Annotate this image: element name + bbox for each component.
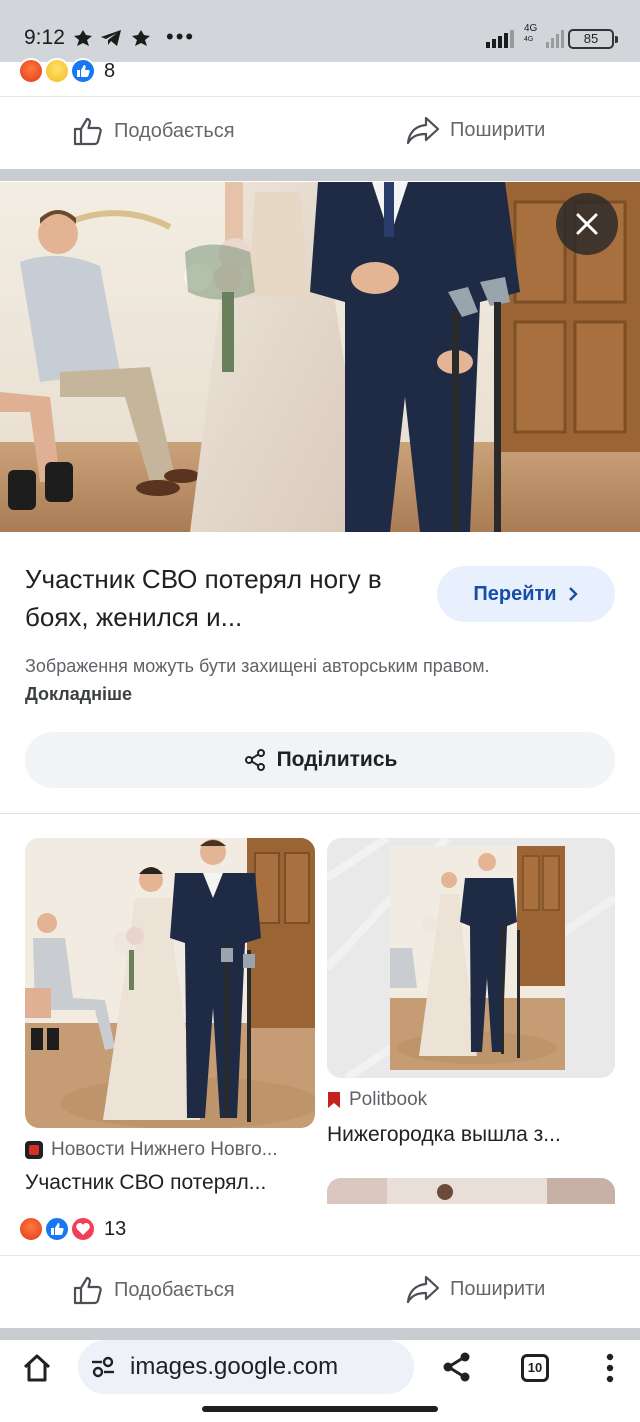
- post-separator: [0, 169, 640, 181]
- share-post-button[interactable]: Поширити: [406, 115, 545, 145]
- related-source-1[interactable]: Новости Нижнего Новго...: [25, 1139, 278, 1161]
- related-image-3[interactable]: [327, 1178, 615, 1204]
- more-notifications-icon: •••: [166, 24, 196, 49]
- post-reactions-bottom[interactable]: 13: [0, 1204, 640, 1254]
- share-icon: [244, 749, 265, 771]
- like-button[interactable]: Подобається: [72, 1274, 235, 1306]
- post-reactions-top[interactable]: 8: [0, 58, 640, 96]
- like-reaction-icon: [44, 1216, 70, 1242]
- post-separator: [0, 1328, 640, 1340]
- visit-label: Перейти: [473, 582, 557, 605]
- reaction-count: 13: [104, 1218, 127, 1240]
- like-reaction-icon: [70, 58, 96, 84]
- bookmark-icon: [328, 1092, 340, 1108]
- signal-icon: [486, 30, 514, 48]
- battery-indicator: 85: [568, 29, 618, 49]
- url-text[interactable]: images.google.com: [130, 1353, 338, 1381]
- like-label: Подобається: [114, 119, 235, 142]
- love-reaction-icon: [70, 1216, 96, 1242]
- preview-image[interactable]: [0, 182, 640, 532]
- source-name: Politbook: [349, 1089, 428, 1110]
- visit-button[interactable]: Перейти: [437, 566, 615, 622]
- copyright-text: Зображення можуть бути захищені авторськ…: [25, 656, 490, 676]
- source-name: Новости Нижнего Новго...: [51, 1139, 278, 1160]
- share-label: Поширити: [450, 118, 546, 141]
- telegram-icon: [101, 30, 121, 46]
- notification-icon: [132, 30, 150, 46]
- close-button[interactable]: [556, 193, 618, 255]
- forward-arrow-icon: [406, 116, 440, 145]
- share-label: Поділитись: [276, 748, 398, 771]
- post-actions-top: Подобається Поширити: [0, 97, 640, 169]
- wow-reaction-icon: [44, 58, 70, 84]
- network-type: 4G 4G: [524, 23, 538, 44]
- wedding-photo-image: [0, 182, 640, 532]
- close-icon: [576, 213, 598, 235]
- like-button[interactable]: Подобається: [72, 115, 235, 147]
- status-time: 9:12: [24, 26, 65, 49]
- result-title[interactable]: Участник СВО потерял ногу в боях, женилс…: [25, 560, 415, 636]
- angry-reaction-icon: [18, 58, 44, 84]
- wedding-photo-thumbnail: [327, 838, 615, 1078]
- thumbs-up-icon: [73, 1276, 102, 1305]
- like-label: Подобається: [114, 1278, 235, 1301]
- more-vert-icon[interactable]: [605, 1353, 615, 1383]
- signal-icon: [546, 30, 564, 48]
- share-button[interactable]: Поділитись: [25, 732, 615, 788]
- share-label: Поширити: [450, 1277, 546, 1300]
- post-actions-bottom: Подобається Поширити: [0, 1256, 640, 1328]
- notification-icon: [74, 30, 92, 46]
- home-icon[interactable]: [21, 1353, 53, 1383]
- gesture-handle[interactable]: [202, 1406, 438, 1412]
- copyright-notice: Зображення можуть бути захищені авторськ…: [25, 652, 505, 708]
- share-post-button[interactable]: Поширити: [406, 1274, 545, 1304]
- reaction-count: 8: [104, 60, 116, 82]
- share-icon[interactable]: [441, 1351, 473, 1383]
- status-bar: 9:12 ••• 4G 4G 85: [0, 0, 640, 62]
- related-title-2[interactable]: Нижегородка вышла з...: [327, 1123, 561, 1147]
- related-source-2[interactable]: Politbook: [327, 1089, 427, 1111]
- address-bar[interactable]: images.google.com: [78, 1340, 414, 1394]
- tab-switcher-button[interactable]: 10: [521, 1354, 549, 1382]
- thumbs-up-icon: [73, 117, 102, 146]
- related-image-2[interactable]: [327, 838, 615, 1078]
- angry-reaction-icon: [18, 1216, 44, 1242]
- related-image-1[interactable]: [25, 838, 315, 1128]
- site-settings-icon[interactable]: [90, 1355, 116, 1379]
- related-title-1[interactable]: Участник СВО потерял...: [25, 1171, 266, 1195]
- forward-arrow-icon: [406, 1275, 440, 1304]
- divider: [0, 813, 640, 814]
- photo-thumbnail: [327, 1178, 615, 1204]
- source-favicon-icon: [25, 1141, 43, 1159]
- learn-more-link[interactable]: Докладніше: [25, 684, 132, 704]
- wedding-photo-thumbnail: [25, 838, 315, 1128]
- chevron-right-icon: [568, 587, 578, 601]
